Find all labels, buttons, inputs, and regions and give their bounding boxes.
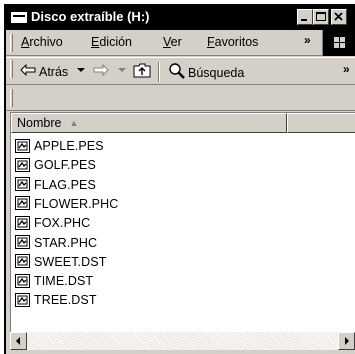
document-icon: [15, 138, 31, 154]
toolbar-separator: [158, 62, 160, 82]
menu-grip[interactable]: [10, 34, 13, 52]
list-item[interactable]: APPLE.PES: [15, 137, 104, 155]
file-name: GOLF.PES: [34, 158, 96, 173]
list-item[interactable]: FLAG.PES: [15, 176, 96, 194]
list-item[interactable]: FOX.PHC: [15, 214, 90, 232]
sort-ascending-icon: ▲: [69, 118, 79, 128]
file-list: Nombre ▲ APPLE.PES GOLF.PES FLAG.PES FLOWER.…: [10, 112, 355, 332]
file-name: APPLE.PES: [34, 139, 104, 153]
file-name: TIME.DST: [34, 274, 94, 289]
scroll-right-button[interactable]: [338, 332, 355, 350]
file-name: FOX.PHC: [34, 216, 91, 231]
toolbar-grip[interactable]: [10, 60, 13, 78]
toolbar-overflow-chevron[interactable]: »: [343, 62, 350, 76]
file-name: FLOWER.PHC: [34, 196, 119, 211]
back-label: Atrás: [39, 64, 69, 79]
document-icon: [15, 235, 31, 250]
menu-archivo[interactable]: Archivo: [21, 35, 63, 49]
file-name: TREE.DST: [34, 293, 97, 308]
address-strip: [6, 86, 355, 111]
menu-ver[interactable]: Ver: [163, 35, 182, 49]
document-icon: [15, 273, 31, 289]
explorer-window: Disco extraíble (H:) Archivo Edición Ver…: [4, 4, 355, 354]
column-header-nombre[interactable]: Nombre ▲: [11, 113, 287, 133]
toolbar: Atrás Búsqueda »: [6, 57, 355, 85]
menu-overflow-chevron[interactable]: »: [304, 33, 311, 47]
file-name: SWEET.DST: [34, 254, 107, 269]
forward-arrow-icon: [93, 63, 109, 79]
list-item[interactable]: FLOWER.PHC: [15, 195, 118, 213]
document-icon: [15, 215, 31, 231]
windows-flag-icon: [322, 30, 355, 56]
list-item[interactable]: GOLF.PES: [15, 156, 96, 174]
back-arrow-icon: [20, 63, 36, 79]
search-button[interactable]: Búsqueda: [168, 62, 244, 83]
up-button[interactable]: [133, 62, 151, 81]
title-bar[interactable]: Disco extraíble (H:): [6, 6, 355, 30]
folder-icon: [11, 12, 27, 23]
menu-edicion[interactable]: Edición: [91, 35, 132, 49]
document-icon: [15, 177, 31, 192]
search-label: Búsqueda: [188, 65, 245, 80]
horizontal-scrollbar[interactable]: [10, 332, 355, 350]
menu-bar: Archivo Edición Ver Favoritos »: [6, 30, 355, 56]
list-header: Nombre ▲: [11, 113, 355, 133]
list-item[interactable]: TREE.DST: [15, 291, 97, 309]
list-item[interactable]: TIME.DST: [15, 272, 93, 290]
document-icon: [15, 292, 31, 308]
list-item[interactable]: SWEET.DST: [15, 253, 106, 271]
file-name: STAR.PHC: [34, 235, 98, 250]
forward-button[interactable]: [93, 63, 109, 79]
column-header-size[interactable]: [287, 113, 355, 133]
window-title: Disco extraíble (H:): [31, 9, 150, 24]
document-icon: [15, 254, 31, 269]
file-name: FLAG.PES: [34, 177, 96, 192]
search-icon: [168, 62, 186, 83]
document-icon: [15, 157, 31, 173]
document-icon: [15, 196, 31, 211]
strip-grip[interactable]: [10, 89, 13, 107]
scroll-track[interactable]: [27, 332, 338, 350]
menu-favoritos[interactable]: Favoritos: [207, 35, 258, 49]
list-item[interactable]: STAR.PHC: [15, 234, 97, 252]
up-folder-icon: [133, 62, 151, 81]
column-header-label: Nombre: [17, 116, 62, 130]
back-dropdown[interactable]: [77, 68, 85, 73]
scroll-left-button[interactable]: [10, 332, 27, 350]
forward-dropdown[interactable]: [118, 68, 126, 73]
maximize-button[interactable]: [313, 9, 329, 25]
status-area: [6, 350, 355, 354]
close-button[interactable]: [331, 9, 347, 25]
minimize-button[interactable]: [297, 9, 313, 25]
back-button[interactable]: Atrás: [20, 63, 69, 79]
